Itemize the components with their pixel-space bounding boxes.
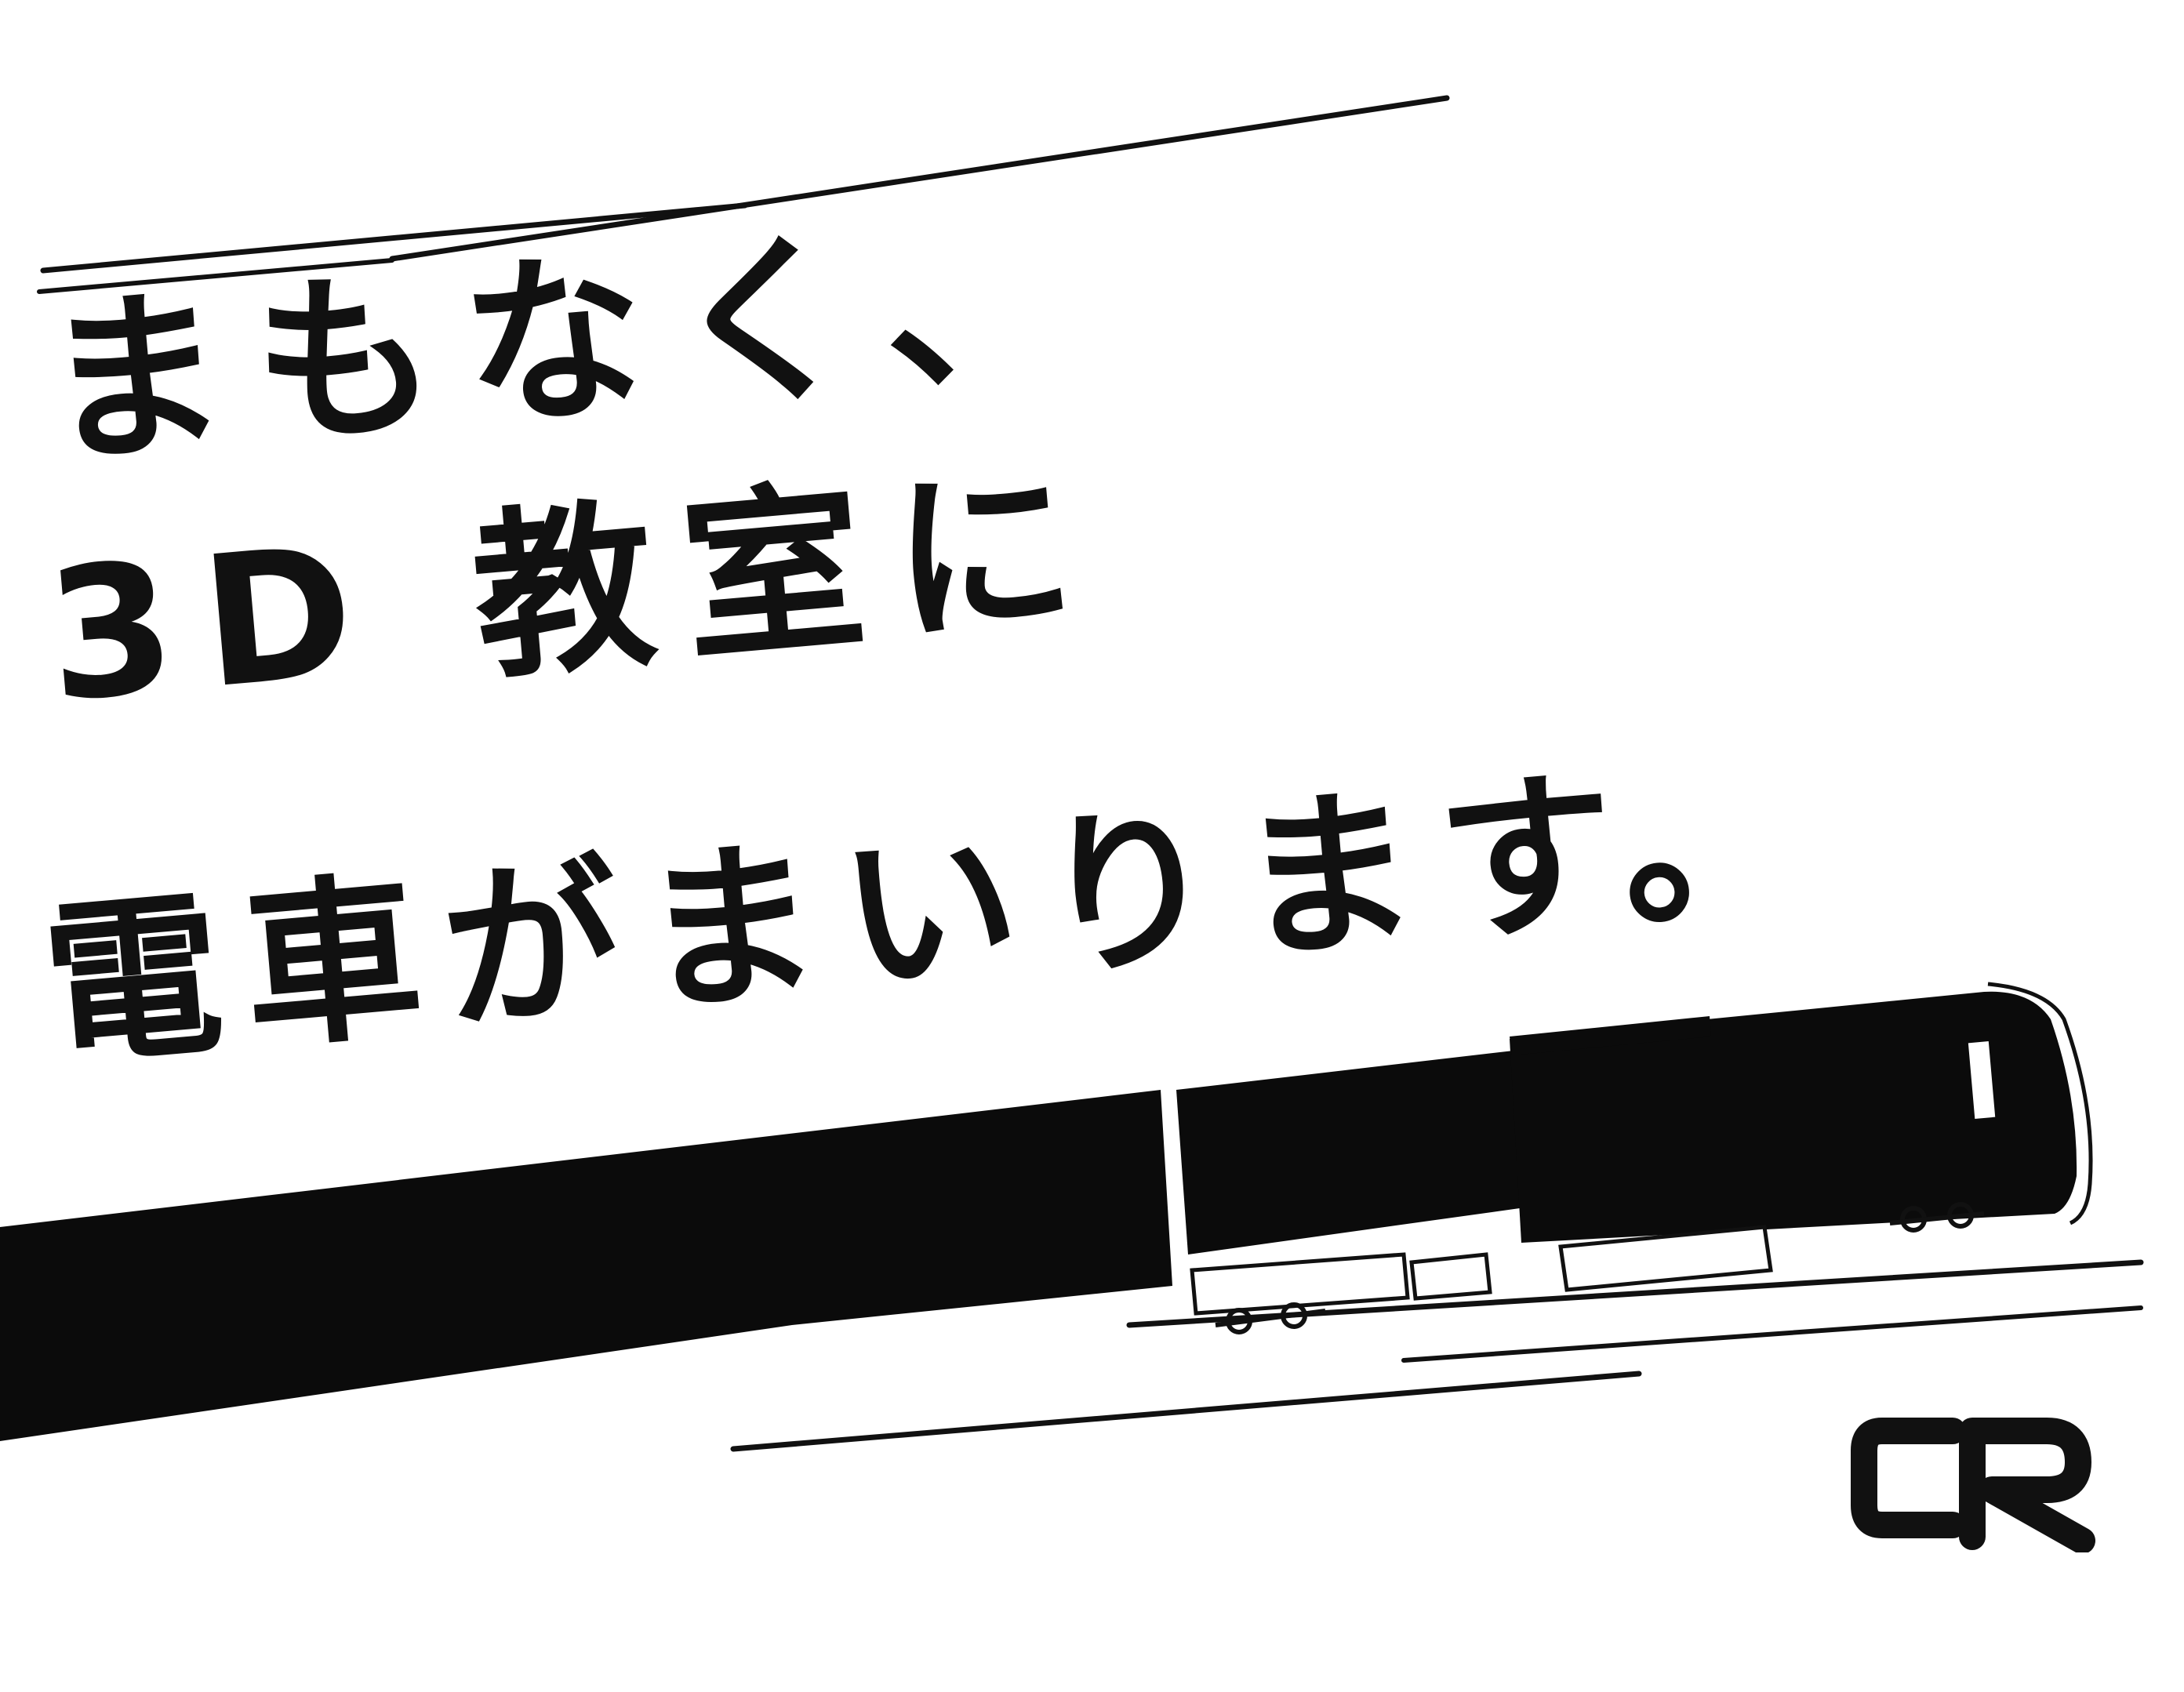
poster: まもなく、 3D 教室に 電車がまいります。 <box>0 0 2184 1692</box>
cr-logo-letter-r <box>1959 1418 2095 1552</box>
rail-line-bottom-b <box>1401 1305 2143 1363</box>
train-body-rear <box>0 1090 1172 1441</box>
upper-rail-lines <box>37 95 1450 294</box>
train-skirt-panel-2 <box>1409 1252 1492 1301</box>
rail-line-top-long <box>389 95 1450 262</box>
train-body-middle <box>1176 1051 1525 1254</box>
rail-line-bottom-c <box>730 1371 1642 1452</box>
train-silhouette <box>0 982 2093 1441</box>
cr-logo-letter-c <box>1851 1418 1966 1538</box>
cr-logo <box>1851 1418 2095 1552</box>
